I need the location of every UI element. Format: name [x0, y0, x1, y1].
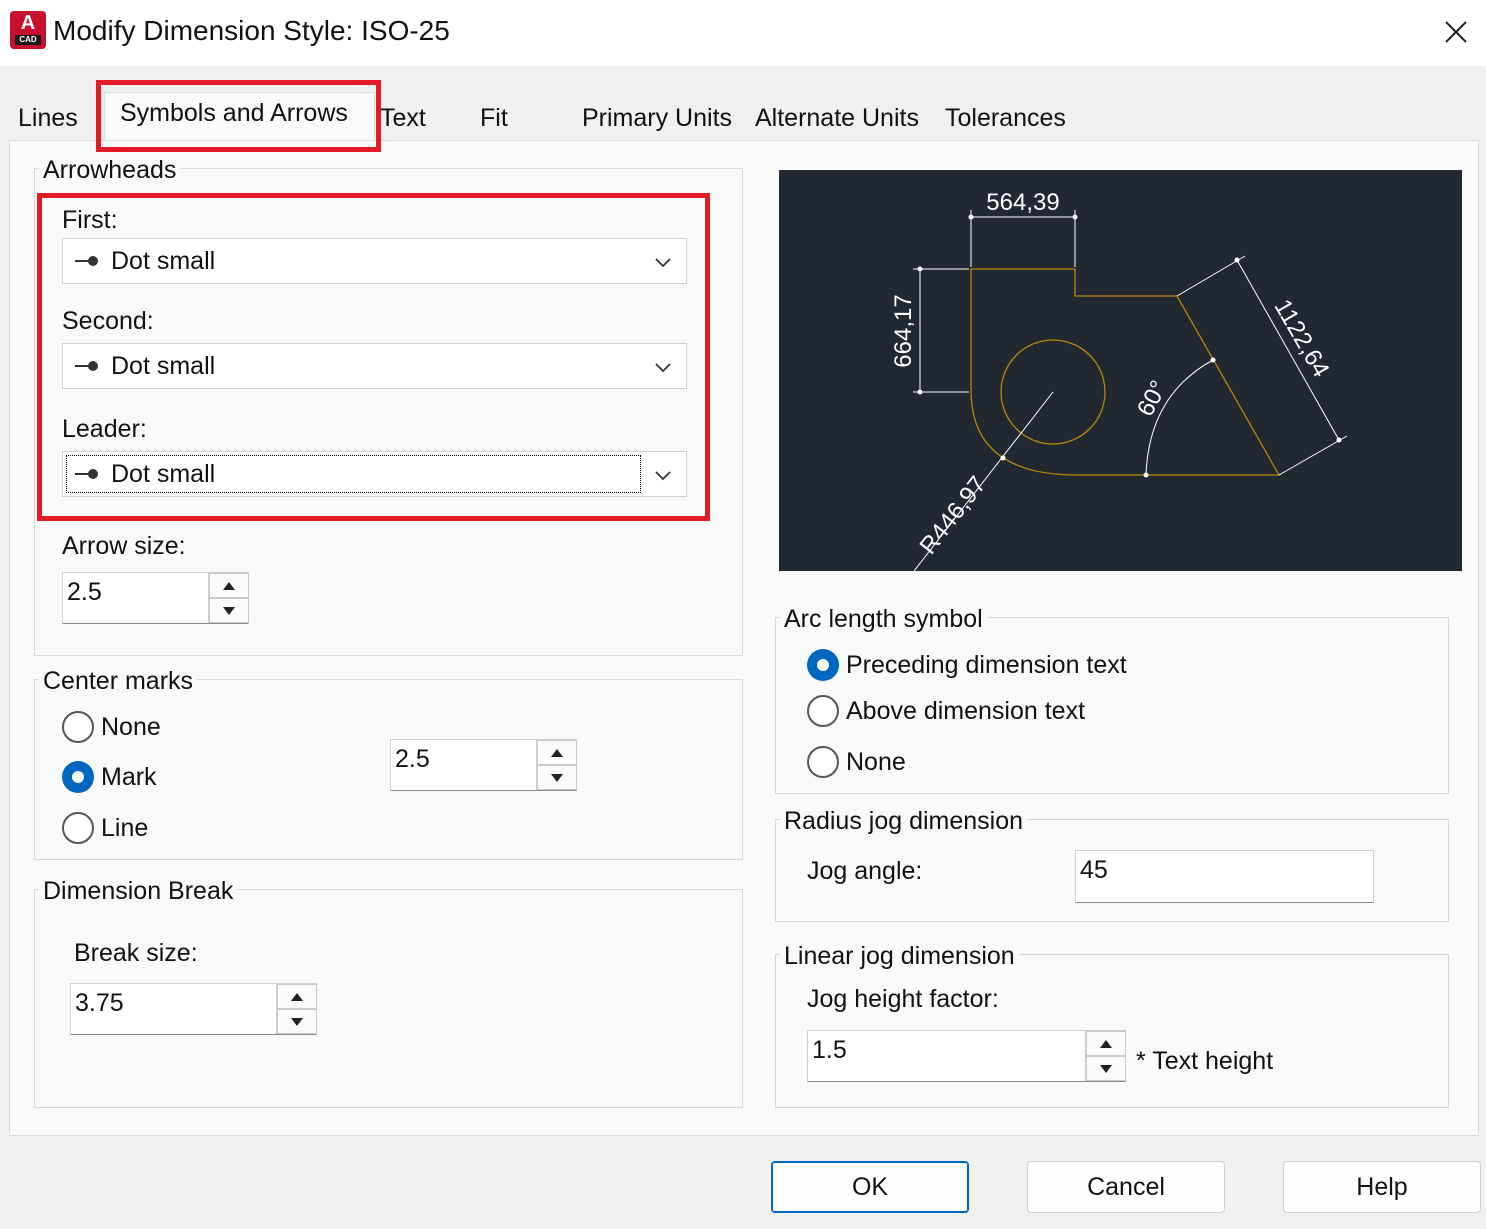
- arc-length-symbol-title: Arc length symbol: [780, 604, 987, 634]
- tab-alternate-units[interactable]: Alternate Units: [755, 98, 919, 138]
- jog-height-value: 1.5: [812, 1036, 847, 1064]
- preview-drawing: 564,39 664,17 1122,64 60° R446,97: [890, 189, 1348, 572]
- preview-dim-radius: R446,97: [915, 471, 992, 559]
- center-mark-size-down-button[interactable]: [537, 765, 577, 790]
- arc-preceding-label: Preceding dimension text: [846, 651, 1127, 679]
- tab-primary-units[interactable]: Primary Units: [582, 98, 732, 138]
- autocad-app-icon: A CAD: [10, 11, 46, 49]
- center-mark-line-radio[interactable]: [62, 812, 94, 844]
- arrow-size-spinner: [208, 573, 249, 623]
- window-title: Modify Dimension Style: ISO-25: [53, 15, 450, 46]
- tab-tolerances[interactable]: Tolerances: [945, 98, 1066, 138]
- arrow-size-down-button[interactable]: [209, 598, 249, 623]
- caret-up-icon: [223, 581, 235, 590]
- arrow-size-up-button[interactable]: [209, 573, 249, 598]
- ok-button[interactable]: OK: [771, 1161, 969, 1213]
- jog-height-down-button[interactable]: [1086, 1056, 1126, 1081]
- caret-up-icon: [1100, 1039, 1112, 1048]
- center-mark-size-stepper[interactable]: 2.5: [390, 739, 577, 791]
- center-mark-line-label: Line: [101, 814, 149, 842]
- arc-above-radio[interactable]: [807, 695, 839, 727]
- text-height-suffix: * Text height: [1136, 1047, 1274, 1075]
- preview-dim-top: 564,39: [986, 189, 1059, 216]
- preview-geometry: [970, 268, 1281, 476]
- caret-up-icon: [551, 748, 563, 757]
- close-button[interactable]: [1436, 12, 1476, 52]
- jog-height-spinner: [1085, 1031, 1126, 1081]
- center-mark-size-up-button[interactable]: [537, 740, 577, 765]
- caret-down-icon: [223, 606, 235, 615]
- preview-dimension-dots: [917, 214, 1342, 478]
- center-marks-title: Center marks: [39, 666, 198, 696]
- dimension-preview: 564,39 664,17 1122,64 60° R446,97: [779, 170, 1462, 572]
- tab-highlight-box: [96, 80, 381, 152]
- preview-dim-left: 664,17: [890, 294, 917, 367]
- preview-dimension-lines: [913, 210, 1348, 572]
- jog-height-label: Jog height factor:: [807, 985, 999, 1013]
- center-mark-none-radio[interactable]: [62, 711, 94, 743]
- arrowheads-highlight-box: [37, 193, 710, 521]
- linear-jog-title: Linear jog dimension: [780, 941, 1019, 971]
- tab-fit[interactable]: Fit: [480, 98, 508, 138]
- help-button[interactable]: Help: [1283, 1161, 1481, 1213]
- arrow-size-label: Arrow size:: [62, 532, 186, 560]
- arc-none-label: None: [846, 748, 906, 776]
- caret-down-icon: [291, 1017, 303, 1026]
- center-mark-size-value: 2.5: [395, 745, 430, 773]
- break-size-label: Break size:: [74, 939, 198, 967]
- break-size-up-button[interactable]: [277, 984, 317, 1009]
- center-mark-size-spinner: [536, 740, 577, 790]
- break-size-down-button[interactable]: [277, 1009, 317, 1034]
- center-mark-mark-label: Mark: [101, 763, 157, 791]
- cancel-button[interactable]: Cancel: [1027, 1161, 1225, 1213]
- tab-lines[interactable]: Lines: [18, 98, 78, 138]
- break-size-stepper[interactable]: 3.75: [70, 983, 317, 1035]
- preview-dim-angle: 60°: [1132, 376, 1173, 421]
- radius-jog-title: Radius jog dimension: [780, 806, 1028, 836]
- caret-down-icon: [1100, 1064, 1112, 1073]
- jog-height-stepper[interactable]: 1.5: [807, 1030, 1126, 1082]
- arc-above-label: Above dimension text: [846, 697, 1086, 725]
- arrowheads-title: Arrowheads: [39, 155, 181, 185]
- center-mark-none-label: None: [101, 713, 161, 741]
- jog-angle-value: 45: [1080, 856, 1108, 884]
- arc-preceding-radio[interactable]: [807, 649, 839, 681]
- arrow-size-value: 2.5: [67, 578, 102, 606]
- jog-angle-input[interactable]: 45: [1075, 850, 1374, 903]
- arc-none-radio[interactable]: [807, 746, 839, 778]
- break-size-value: 3.75: [75, 989, 124, 1017]
- preview-dim-diagonal: 1122,64: [1269, 295, 1335, 382]
- caret-down-icon: [551, 773, 563, 782]
- arrow-size-stepper[interactable]: 2.5: [62, 572, 249, 624]
- close-icon: [1445, 21, 1467, 43]
- dimension-break-title: Dimension Break: [39, 876, 238, 906]
- caret-up-icon: [291, 992, 303, 1001]
- break-size-spinner: [276, 984, 317, 1034]
- center-mark-mark-radio[interactable]: [62, 761, 94, 793]
- tab-text[interactable]: Text: [380, 98, 426, 138]
- jog-angle-label: Jog angle:: [807, 857, 923, 885]
- jog-height-up-button[interactable]: [1086, 1031, 1126, 1056]
